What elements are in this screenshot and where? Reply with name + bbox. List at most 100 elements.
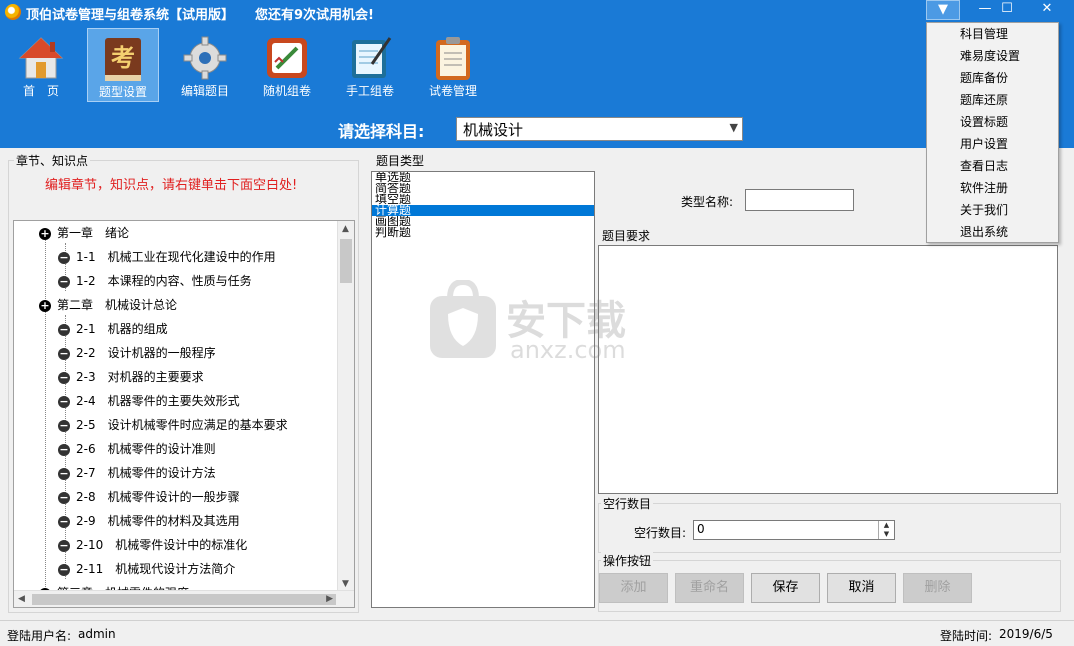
menu-item-view-log[interactable]: 查看日志 (927, 155, 1058, 177)
close-button[interactable]: ✕ (1030, 0, 1064, 20)
rename-button[interactable]: 重命名 (675, 573, 744, 603)
tree-section-node[interactable]: −2-1 机器的组成 (58, 319, 168, 339)
title-bar: 顶伯试卷管理与组卷系统【试用版】 您还有9次试用机会! ▼ — ☐ ✕ (0, 0, 1074, 24)
tree-chapter-node[interactable]: + 第二章 机械设计总论 (39, 295, 177, 315)
status-bar: 登陆用户名: admin 登陆时间: 2019/6/5 (0, 620, 1074, 646)
toolbar-edit-questions-button[interactable]: 编辑题目 (169, 28, 241, 102)
toolbar-manual-paper-button[interactable]: 手工组卷 (334, 28, 406, 102)
tree-section-node[interactable]: −2-6 机械零件的设计准则 (58, 439, 216, 459)
tree-connector (45, 231, 46, 601)
tree-item-label: 2-11 机械现代设计方法简介 (76, 562, 236, 576)
menu-item-restore[interactable]: 题库还原 (927, 89, 1058, 111)
question-type-list[interactable]: 单选题 简答题 填空题 计算题 画图题 判断题 (371, 171, 595, 608)
list-item-selected[interactable]: 计算题 (372, 205, 594, 216)
expand-plus-icon[interactable]: + (39, 227, 51, 240)
toolbar-paper-management-button[interactable]: 试卷管理 (417, 28, 489, 102)
tree-section-node[interactable]: −1-2 本课程的内容、性质与任务 (58, 271, 252, 291)
tree-section-node[interactable]: −2-3 对机器的主要要求 (58, 367, 204, 387)
maximize-button[interactable]: ☐ (990, 0, 1024, 20)
collapse-minus-icon: − (58, 538, 70, 552)
tree-section-node[interactable]: −1-1 机械工业在现代化建设中的作用 (58, 247, 276, 267)
collapse-minus-icon: − (58, 490, 70, 504)
scrollbar-thumb[interactable] (340, 239, 352, 283)
list-item[interactable]: 简答题 (372, 183, 594, 194)
scroll-down-icon[interactable]: ▼ (342, 579, 349, 589)
spin-buttons[interactable]: ▲ ▼ (878, 521, 894, 539)
menu-item-set-title[interactable]: 设置标题 (927, 111, 1058, 133)
subject-label: 请选择科目: (338, 122, 425, 141)
tree-horizontal-scrollbar[interactable]: ◀ ▶ (14, 590, 354, 607)
type-group-title: 题目类型 (374, 152, 427, 169)
system-dropdown-menu: 科目管理 难易度设置 题库备份 题库还原 设置标题 用户设置 查看日志 软件注册… (926, 22, 1059, 243)
menu-item-backup[interactable]: 题库备份 (927, 67, 1058, 89)
tree-section-node[interactable]: −2-2 设计机器的一般程序 (58, 343, 216, 363)
expand-plus-icon[interactable]: + (39, 299, 51, 312)
tree-item-label: 2-7 机械零件的设计方法 (76, 466, 216, 480)
collapse-minus-icon: − (58, 394, 70, 408)
spin-down-icon[interactable]: ▼ (879, 530, 894, 539)
tree-section-node[interactable]: −2-5 设计机械零件时应满足的基本要求 (58, 415, 288, 435)
tree-section-node[interactable]: −2-8 机械零件设计的一般步骤 (58, 487, 240, 507)
tree-section-node[interactable]: −2-4 机器零件的主要失效形式 (58, 391, 240, 411)
user-value: admin (78, 627, 116, 641)
toolbar-home-label: 首 页 (22, 84, 59, 98)
list-item[interactable]: 画图题 (372, 216, 594, 227)
tree-vertical-scrollbar[interactable]: ▲ ▼ (337, 221, 354, 592)
requirement-title: 题目要求 (600, 227, 653, 244)
book-icon: 考 (99, 35, 147, 83)
toolbar-random-paper-label: 随机组卷 (262, 84, 311, 98)
toolbar-question-type-button[interactable]: 考 题型设置 (87, 28, 159, 102)
scroll-right-icon[interactable]: ▶ (326, 594, 333, 604)
gear-icon (181, 34, 229, 82)
scroll-left-icon[interactable]: ◀ (18, 594, 25, 604)
toolbar-home-button[interactable]: 首 页 (5, 28, 77, 102)
scroll-up-icon[interactable]: ▲ (342, 224, 349, 234)
list-item[interactable]: 填空题 (372, 194, 594, 205)
menu-item-register[interactable]: 软件注册 (927, 177, 1058, 199)
blank-lines-group-title: 空行数目 (601, 495, 654, 512)
menu-item-difficulty-settings[interactable]: 难易度设置 (927, 45, 1058, 67)
chapter-tree[interactable]: + 第一章 绪论 −1-1 机械工业在现代化建设中的作用 −1-2 本课程的内容、… (13, 220, 355, 608)
add-button[interactable]: 添加 (599, 573, 668, 603)
app-logo-icon (5, 4, 21, 20)
tree-item-label: 1-1 机械工业在现代化建设中的作用 (76, 250, 276, 264)
chevron-down-icon: ▼ (729, 121, 738, 134)
tree-item-label: 2-4 机器零件的主要失效形式 (76, 394, 240, 408)
tree-section-node[interactable]: −2-9 机械零件的材料及其选用 (58, 511, 240, 531)
tree-chapter-node[interactable]: + 第一章 绪论 (39, 223, 129, 243)
tree-item-label: 第一章 绪论 (57, 226, 130, 240)
tree-item-label: 2-8 机械零件设计的一般步骤 (76, 490, 240, 504)
list-item[interactable]: 单选题 (372, 172, 594, 183)
home-icon (17, 34, 65, 82)
blank-lines-stepper[interactable]: 0 ▲ ▼ (693, 520, 895, 540)
tree-item-label: 第二章 机械设计总论 (57, 298, 178, 312)
save-button[interactable]: 保存 (751, 573, 820, 603)
subject-select[interactable]: 机械设计 ▼ (456, 117, 743, 141)
toolbar-random-paper-button[interactable]: 随机组卷 (251, 28, 323, 102)
menu-item-exit[interactable]: 退出系统 (927, 221, 1058, 243)
cancel-button[interactable]: 取消 (827, 573, 896, 603)
list-item[interactable]: 判断题 (372, 227, 594, 238)
tree-section-node[interactable]: −2-10 机械零件设计中的标准化 (58, 535, 247, 555)
collapse-minus-icon: − (58, 346, 70, 360)
collapse-minus-icon: − (58, 418, 70, 432)
tree-section-node[interactable]: −2-11 机械现代设计方法简介 (58, 559, 235, 579)
collapse-minus-icon: − (58, 274, 70, 288)
scrollbar-thumb[interactable] (32, 594, 336, 605)
spin-up-icon[interactable]: ▲ (879, 521, 894, 530)
blank-lines-label: 空行数目: (634, 526, 687, 540)
menu-item-user-settings[interactable]: 用户设置 (927, 133, 1058, 155)
toolbar-paper-management-label: 试卷管理 (428, 84, 477, 98)
tree-item-label: 2-10 机械零件设计中的标准化 (76, 538, 248, 552)
requirement-textarea[interactable] (598, 245, 1058, 494)
chapters-group-title: 章节、知识点 (14, 152, 91, 169)
collapse-minus-icon: − (58, 466, 70, 480)
type-name-input[interactable] (745, 189, 854, 211)
menu-item-subject-management[interactable]: 科目管理 (927, 23, 1058, 45)
menu-item-about[interactable]: 关于我们 (927, 199, 1058, 221)
tree-edit-hint: 编辑章节，知识点，请右键单击下面空白处! (45, 178, 298, 193)
menu-dropdown-button[interactable]: ▼ (926, 0, 960, 20)
tree-section-node[interactable]: −2-7 机械零件的设计方法 (58, 463, 216, 483)
subject-selected-value: 机械设计 (463, 121, 524, 139)
delete-button[interactable]: 删除 (903, 573, 972, 603)
